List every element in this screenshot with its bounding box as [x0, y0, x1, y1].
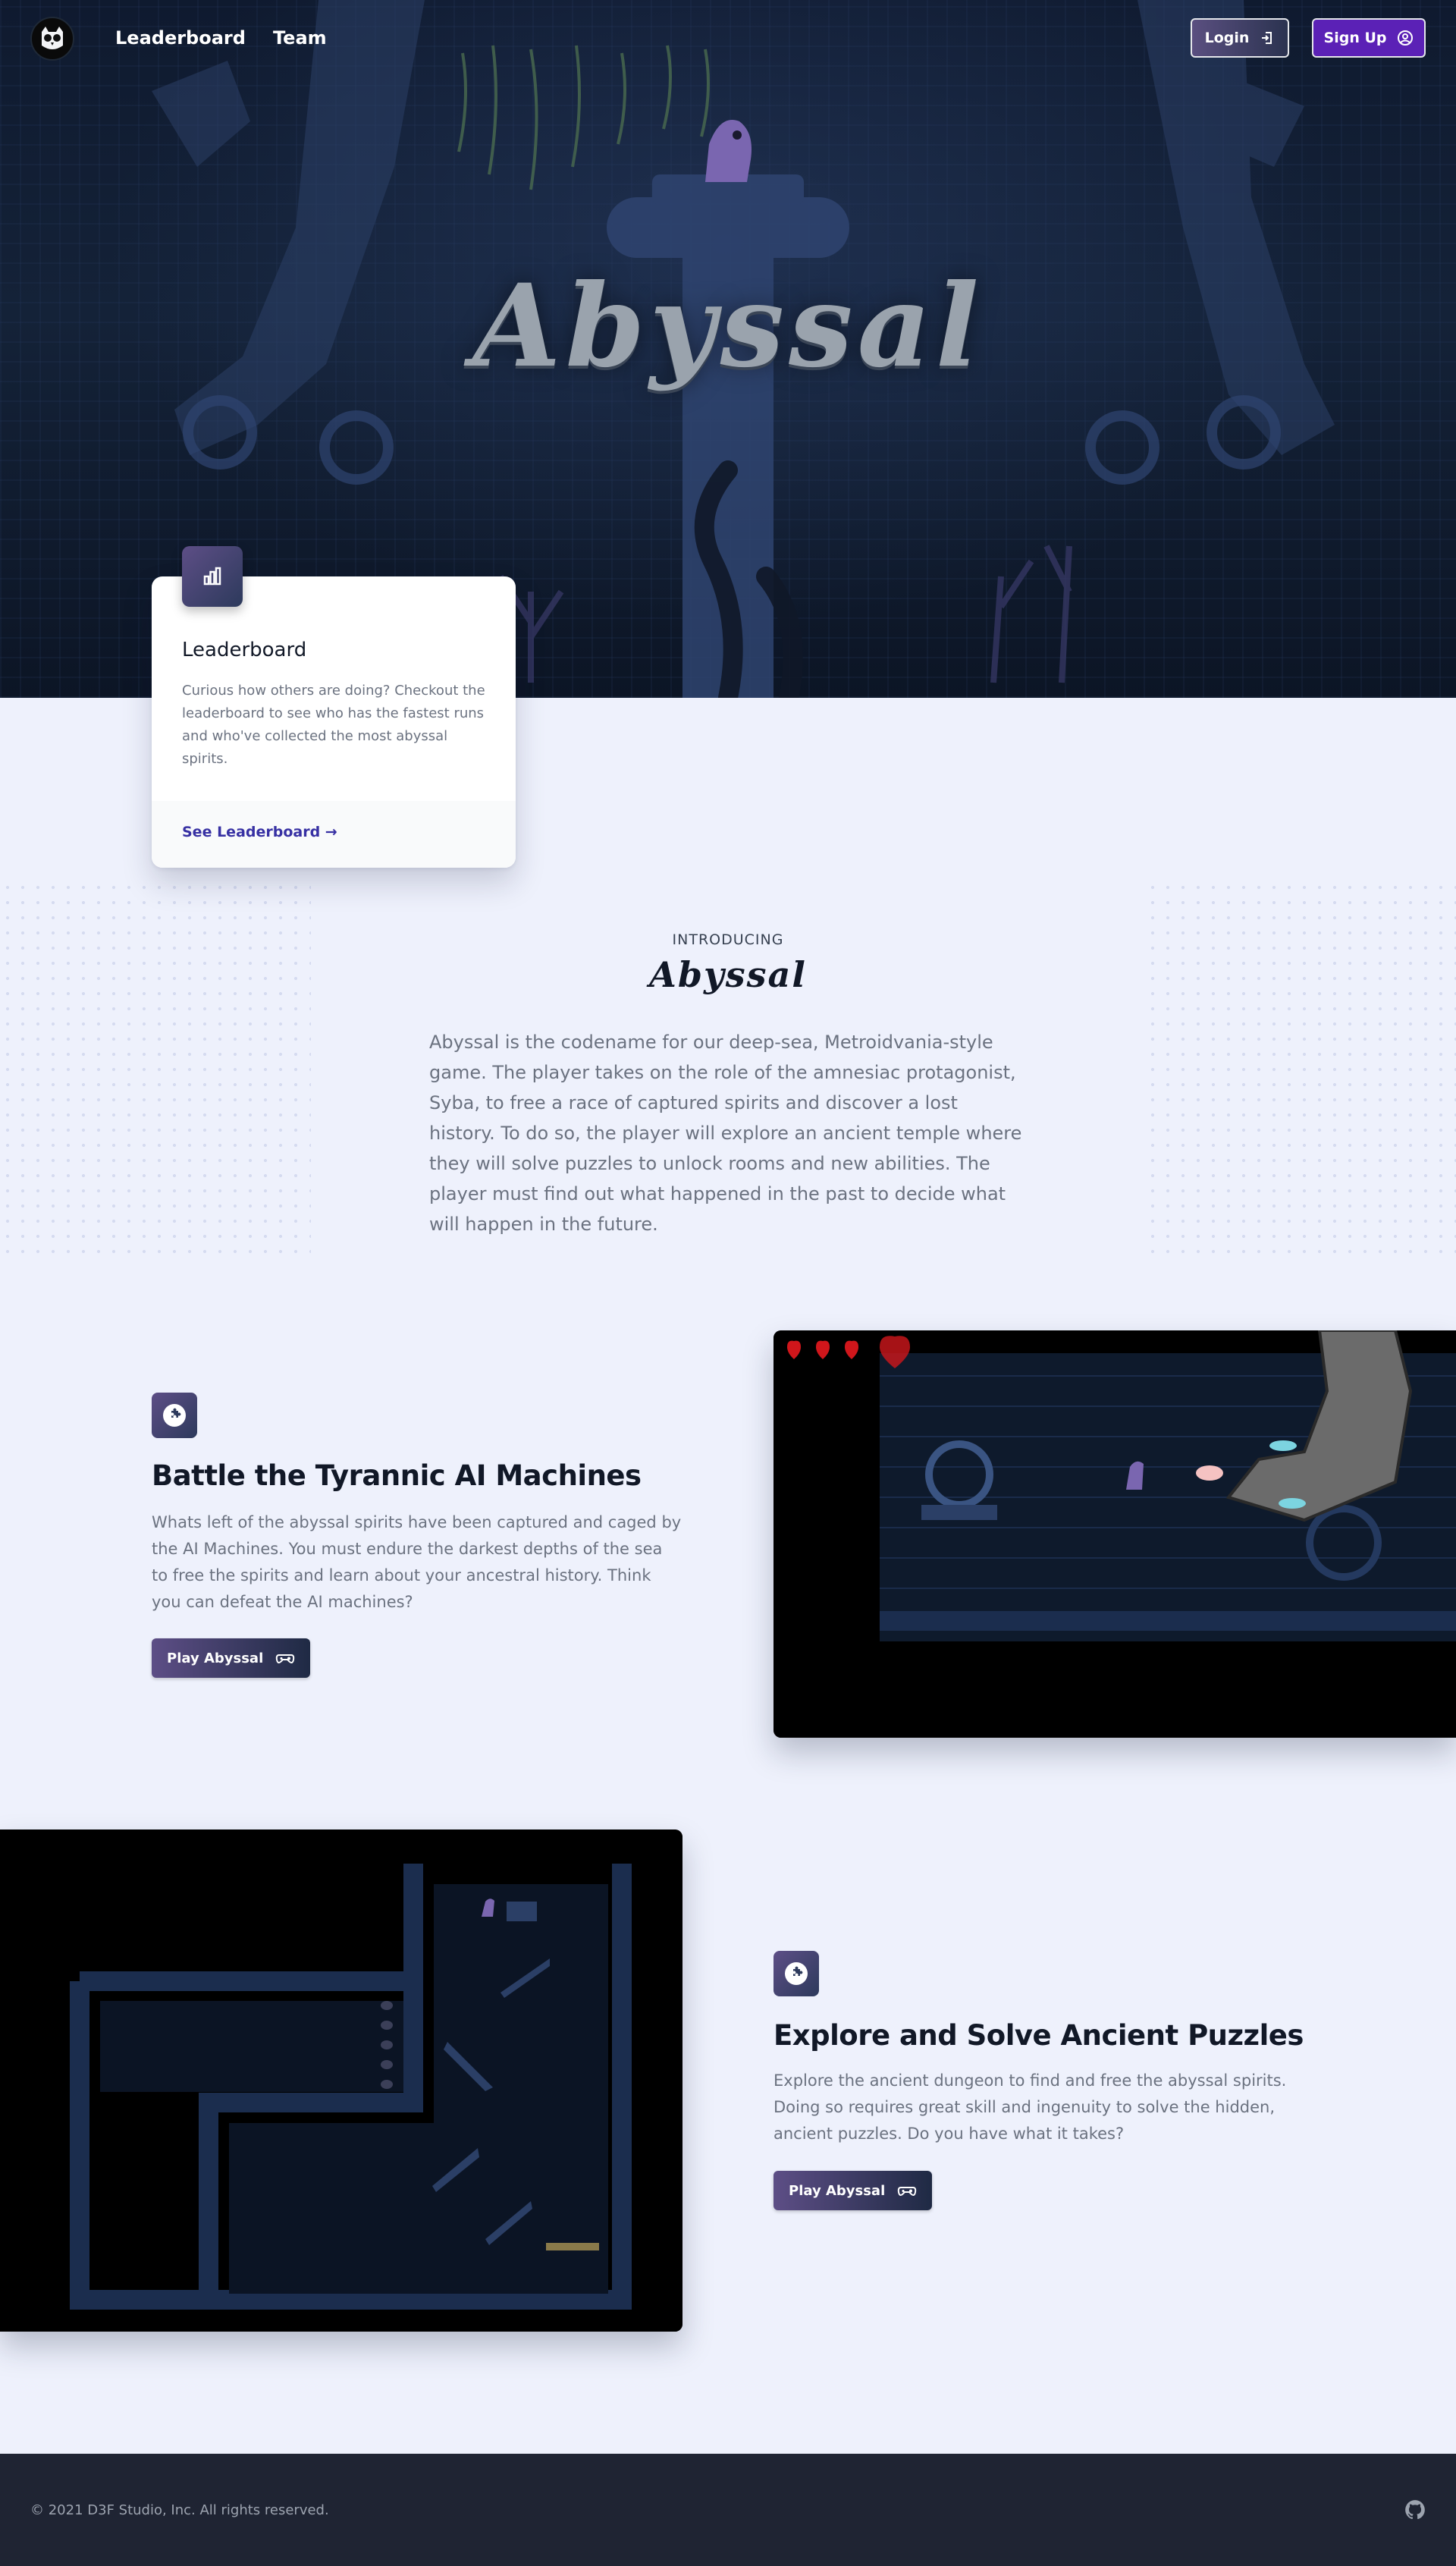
intro-text: Abyssal is the codename for our deep-sea… [429, 1032, 1022, 1235]
leaderboard-card: Leaderboard Curious how others are doing… [152, 546, 516, 868]
bar-chart-icon [182, 546, 243, 607]
user-circle-icon [1398, 30, 1414, 46]
nav-link-leaderboard[interactable]: Leaderboard [115, 27, 246, 49]
gamepad-icon [276, 1654, 295, 1663]
nav-link-team[interactable]: Team [273, 27, 327, 49]
play-button-label: Play Abyssal [789, 2182, 886, 2199]
login-label: Login [1204, 30, 1250, 46]
puzzle-screenshot [0, 1829, 682, 2332]
hero-title: Abyssal [472, 259, 984, 393]
intro-logo: Abyssal [649, 954, 807, 995]
feature-text-explore: Explore the ancient dungeon to find and … [774, 2071, 1287, 2143]
intro-kicker: INTRODUCING [672, 931, 784, 948]
feature-text-battle: Whats left of the abyssal spirits have b… [152, 1513, 682, 1611]
sign-in-icon [1262, 32, 1272, 44]
play-abyssal-button[interactable]: Play Abyssal [152, 1638, 311, 1678]
top-nav: Leaderboard Team Login Sign Up [0, 0, 1456, 76]
footer: © 2021 D3F Studio, Inc. All rights reser… [0, 2454, 1456, 2566]
github-icon[interactable] [1404, 2499, 1426, 2520]
gamepad-icon [898, 2187, 917, 2196]
signup-button[interactable]: Sign Up [1312, 18, 1426, 58]
feature-title-explore: Explore and Solve Ancient Puzzles [774, 2019, 1304, 2052]
play-button-label: Play Abyssal [167, 1650, 264, 1666]
see-leaderboard-link[interactable]: See Leaderboard → [182, 824, 337, 840]
leaderboard-card-text: Curious how others are doing? Checkout t… [182, 683, 485, 767]
battle-screenshot [774, 1330, 1456, 1738]
feature-title-battle: Battle the Tyrannic AI Machines [152, 1459, 642, 1492]
footer-copyright: © 2021 D3F Studio, Inc. All rights reser… [30, 2502, 329, 2518]
leaderboard-card-title: Leaderboard [182, 639, 307, 661]
login-button[interactable]: Login [1191, 18, 1289, 58]
puzzle-icon [152, 1393, 197, 1438]
puzzle-icon [774, 1951, 819, 1996]
play-abyssal-button[interactable]: Play Abyssal [774, 2171, 933, 2210]
owl-logo-icon[interactable] [30, 17, 74, 61]
leaderboard-card-footer: See Leaderboard → [152, 801, 516, 868]
signup-label: Sign Up [1323, 30, 1387, 46]
